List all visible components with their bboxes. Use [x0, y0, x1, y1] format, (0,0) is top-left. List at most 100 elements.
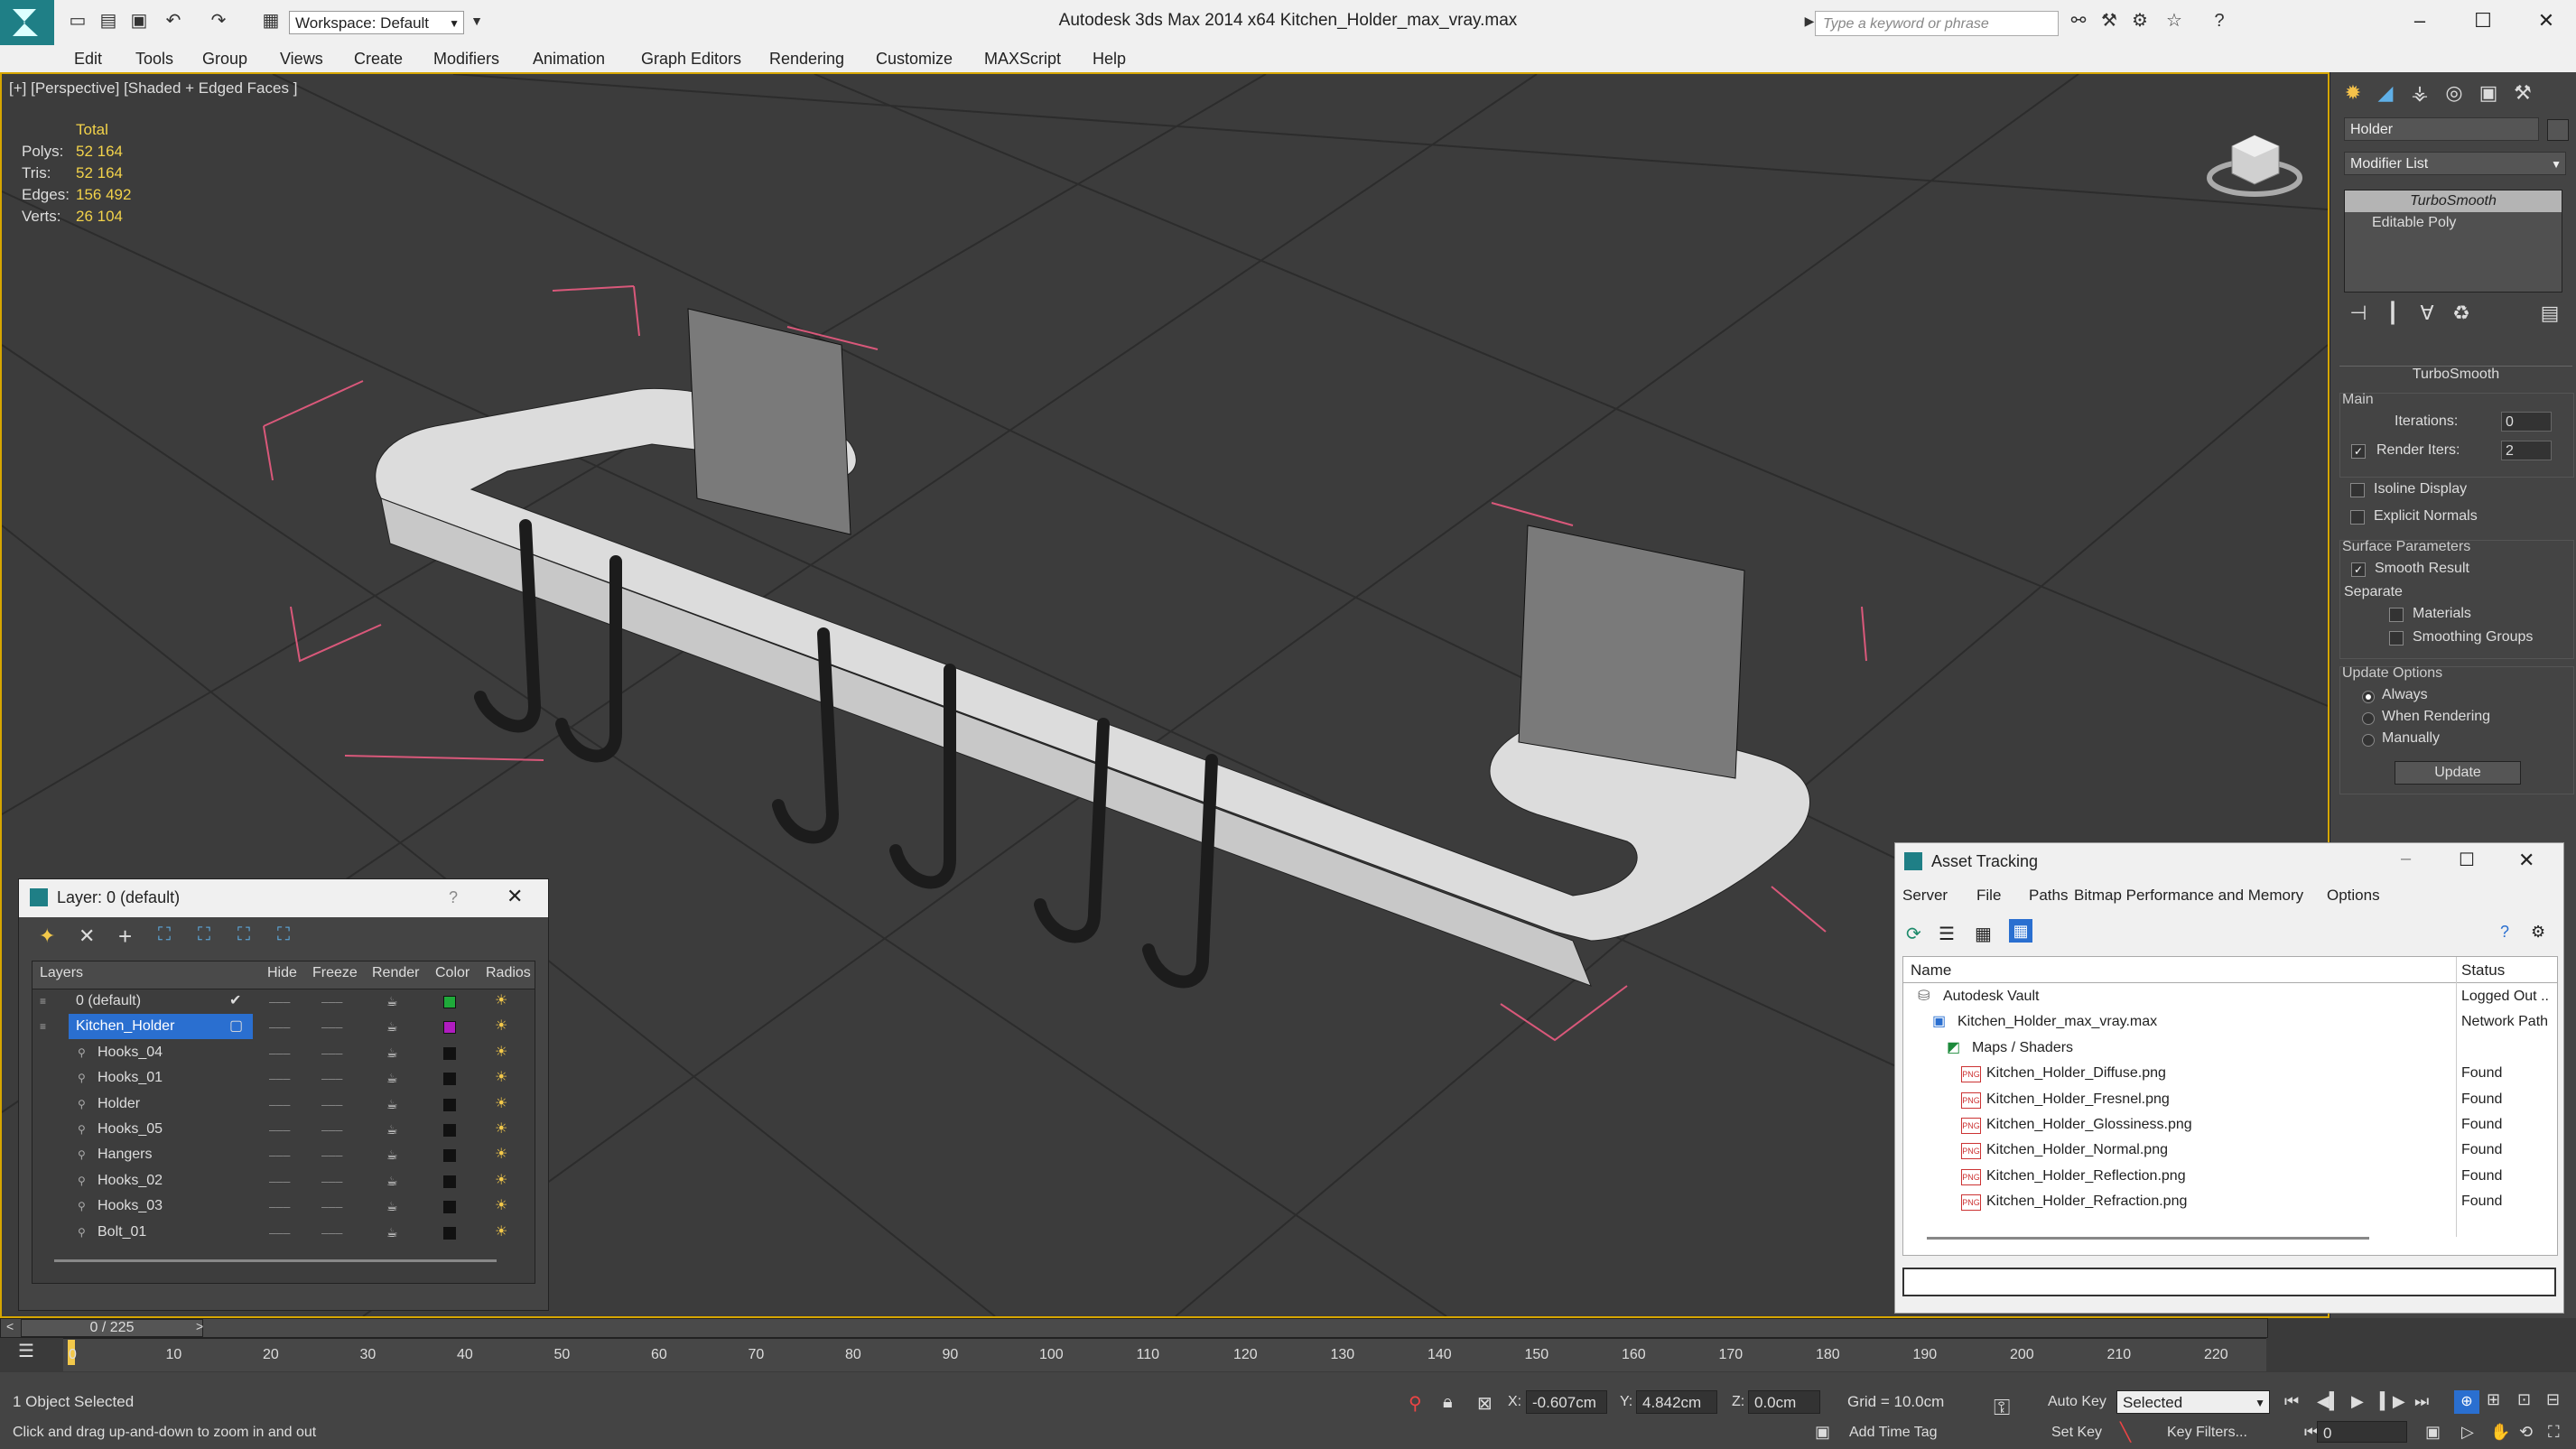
radiosity-sun-icon[interactable]: ☀	[495, 1220, 507, 1245]
layer-hide-toggle[interactable]: –––	[269, 1065, 290, 1091]
menu-customize[interactable]: Customize	[876, 50, 953, 69]
horizontal-scrollbar[interactable]	[54, 1259, 497, 1262]
tools-icon[interactable]: ⚒	[2098, 11, 2120, 31]
layer-color-swatch[interactable]	[443, 1175, 456, 1188]
freeze-all-icon[interactable]: ⛶	[277, 924, 290, 945]
play-icon[interactable]: ▶	[2351, 1392, 2364, 1411]
layer-expand-icon[interactable]: ⚲	[78, 1194, 86, 1219]
layer-freeze-toggle[interactable]: –––	[321, 1091, 342, 1117]
stack-item-editable-poly[interactable]: Editable Poly	[2345, 212, 2562, 234]
layer-hide-toggle[interactable]: –––	[269, 1220, 290, 1245]
layer-row[interactable]: ⚲ Holder ––– ––– ☕︎ ☀	[33, 1091, 535, 1117]
asset-path-field[interactable]	[1902, 1268, 2556, 1296]
field-of-view-icon[interactable]: ▷	[2461, 1423, 2474, 1442]
layer-color-swatch[interactable]	[443, 1226, 456, 1240]
radiosity-sun-icon[interactable]: ☀	[495, 1168, 507, 1194]
layer-color-swatch[interactable]	[443, 1098, 456, 1111]
refresh-icon[interactable]: ⟳	[1906, 923, 1921, 945]
layer-hide-toggle[interactable]: –––	[269, 1040, 290, 1065]
object-name-field[interactable]: Holder	[2344, 117, 2539, 141]
hierarchy-tab-icon[interactable]: ⚶	[2404, 78, 2435, 108]
binoculars-icon[interactable]: ⚯	[2068, 11, 2089, 31]
next-key-icon[interactable]: ▍▶	[2380, 1392, 2405, 1411]
asset-row[interactable]: PNG Kitchen_Holder_Reflection.png Found	[1903, 1164, 2557, 1189]
layer-expand-icon[interactable]: ⚲	[78, 1040, 86, 1065]
layer-row[interactable]: ⚲ Hooks_04 ––– ––– ☕︎ ☀	[33, 1040, 535, 1065]
delete-layer-icon[interactable]: ✕	[79, 924, 95, 948]
asset-settings-icon[interactable]: ⚙	[2531, 923, 2545, 942]
layer-freeze-toggle[interactable]: –––	[321, 1220, 342, 1245]
col-radios[interactable]: Radios	[486, 965, 531, 981]
minimize-button[interactable]: –	[2402, 5, 2438, 36]
layer-row[interactable]: ⚲ Hooks_03 ––– ––– ☕︎ ☀	[33, 1194, 535, 1219]
col-color[interactable]: Color	[435, 965, 470, 981]
make-unique-icon[interactable]: ∀	[2412, 298, 2442, 329]
layer-row[interactable]: ⚲ Hooks_02 ––– ––– ☕︎ ☀	[33, 1168, 535, 1194]
render-teapot-icon[interactable]: ☕︎	[386, 1194, 398, 1219]
manually-radio[interactable]	[2362, 734, 2375, 747]
asset-menu-file[interactable]: File	[1976, 887, 2001, 905]
close-button[interactable]: ✕	[2528, 5, 2564, 36]
asset-menu-paths[interactable]: Paths	[2029, 887, 2068, 905]
layer-active-toggle[interactable]: ▢	[229, 1014, 243, 1039]
asset-row[interactable]: ◩ Maps / Shaders	[1903, 1036, 2557, 1061]
when-rendering-radio[interactable]	[2362, 712, 2375, 725]
render-iters-spinner[interactable]: 2	[2501, 441, 2552, 460]
layer-freeze-toggle[interactable]: –––	[321, 1194, 342, 1219]
radiosity-sun-icon[interactable]: ☀	[495, 1014, 507, 1039]
isolate-selection-icon[interactable]: ⚲	[1409, 1392, 1422, 1415]
stack-item-turbosmooth[interactable]: TurboSmooth	[2345, 190, 2562, 212]
add-time-tag-label[interactable]: Add Time Tag	[1849, 1425, 1938, 1441]
asset-row[interactable]: PNG Kitchen_Holder_Normal.png Found	[1903, 1138, 2557, 1163]
current-frame-field[interactable]: 0	[2317, 1421, 2407, 1443]
layer-hide-toggle[interactable]: –––	[269, 1142, 290, 1167]
col-status[interactable]: Status	[2461, 961, 2505, 980]
modify-tab-icon[interactable]: ◢	[2370, 78, 2401, 108]
radiosity-sun-icon[interactable]: ☀	[495, 989, 507, 1014]
timeline[interactable]: < 0 / 225 > ☰ 0 10 20 30 40 50 60 70 80 90 100 110 1…	[0, 1318, 2576, 1372]
render-teapot-icon[interactable]: ☕︎	[386, 1014, 398, 1039]
create-layer-icon[interactable]: ✦	[39, 924, 55, 948]
maximize-button[interactable]: ☐	[2465, 5, 2501, 36]
highlight-layer-icon[interactable]: ⛶	[198, 924, 210, 945]
layer-freeze-toggle[interactable]: –––	[321, 1040, 342, 1065]
radiosity-sun-icon[interactable]: ☀	[495, 1142, 507, 1167]
y-coordinate-field[interactable]: 4.842cm	[1636, 1390, 1717, 1414]
asset-row[interactable]: PNG Kitchen_Holder_Glossiness.png Found	[1903, 1112, 2557, 1138]
configure-modifier-sets-icon[interactable]: ▤	[2534, 298, 2565, 329]
motion-tab-icon[interactable]: ◎	[2439, 78, 2469, 108]
menu-rendering[interactable]: Rendering	[769, 50, 844, 69]
col-name[interactable]: Name	[1911, 961, 1951, 980]
select-objects-icon[interactable]: ⛶	[158, 924, 171, 945]
menu-tools[interactable]: Tools	[135, 50, 173, 69]
layer-hide-toggle[interactable]: –––	[269, 1168, 290, 1194]
radiosity-sun-icon[interactable]: ☀	[495, 1194, 507, 1219]
asset-row[interactable]: PNG Kitchen_Holder_Fresnel.png Found	[1903, 1087, 2557, 1112]
x-coordinate-field[interactable]: -0.607cm	[1526, 1390, 1607, 1414]
asset-row[interactable]: PNG Kitchen_Holder_Diffuse.png Found	[1903, 1061, 2557, 1086]
layer-hide-toggle[interactable]: –––	[269, 989, 290, 1014]
menu-views[interactable]: Views	[280, 50, 323, 69]
help-icon[interactable]: ?	[2209, 11, 2230, 31]
asset-help-icon[interactable]: ?	[2500, 923, 2509, 942]
render-iters-checkbox[interactable]: ✓	[2351, 444, 2366, 459]
layer-freeze-toggle[interactable]: –––	[321, 1014, 342, 1039]
radiosity-sun-icon[interactable]: ☀	[495, 1091, 507, 1117]
connect-icon[interactable]: ⚙	[2129, 11, 2151, 31]
layer-expand-icon[interactable]: ⚲	[78, 1220, 86, 1245]
close-icon[interactable]: ✕	[2518, 849, 2534, 872]
render-teapot-icon[interactable]: ☕︎	[386, 1040, 398, 1065]
layer-color-swatch[interactable]	[443, 1021, 456, 1035]
zoom-icon[interactable]: ⊕	[2454, 1390, 2479, 1414]
pan-icon[interactable]: ✋	[2490, 1423, 2510, 1442]
time-tag-icon[interactable]: ▣	[1815, 1423, 1830, 1442]
set-key-button[interactable]: Set Key	[2051, 1425, 2102, 1441]
menu-animation[interactable]: Animation	[533, 50, 605, 69]
key-selection-dropdown[interactable]: Selected ▼	[2116, 1390, 2270, 1414]
next-frame-icon[interactable]: >	[196, 1319, 203, 1333]
mini-curve-editor-icon[interactable]: ☰	[18, 1340, 34, 1362]
radiosity-sun-icon[interactable]: ☀	[495, 1040, 507, 1065]
always-radio[interactable]	[2362, 691, 2375, 703]
table-view-icon[interactable]: ▦	[1975, 923, 1992, 945]
layer-expand-icon[interactable]: ≡	[40, 1014, 46, 1039]
